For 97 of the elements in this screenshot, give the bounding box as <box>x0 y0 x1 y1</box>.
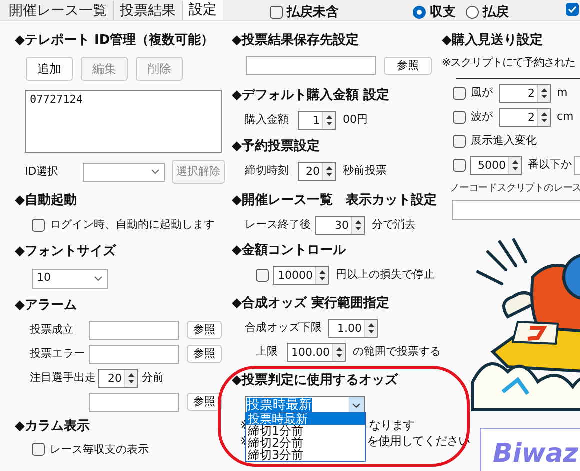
checkbox[interactable] <box>453 110 466 124</box>
checkbox-label: 展示進入変化 <box>471 132 537 149</box>
field-label: 波が <box>471 108 494 125</box>
section-heading: ◆投票判定に使用するオッズ <box>232 372 398 390</box>
text-field[interactable] <box>89 344 179 364</box>
field-label: レース終了後 <box>245 217 312 234</box>
spin-arrows-icon <box>324 165 334 178</box>
dropdown-list[interactable]: 投票時最新 締切1分前 締切2分前 締切3分前 <box>245 412 366 462</box>
section-heading: ◆デフォルト購入金額 設定 <box>232 87 390 105</box>
checkbox[interactable] <box>453 158 466 172</box>
checkbox[interactable] <box>32 218 45 232</box>
field-label: 投票成立 <box>30 322 75 338</box>
unit-label: m <box>557 84 568 101</box>
checkbox-label: 払戻未含 <box>287 4 339 22</box>
field-label: 上限 <box>256 344 279 360</box>
section-heading: ◆カラム表示 <box>15 418 90 436</box>
note-text: ※スクリプトにて予約された <box>442 55 576 71</box>
dropdown-option[interactable]: 投票時最新 <box>246 413 365 425</box>
chevron-down-icon <box>94 276 103 282</box>
spin-arrows-icon <box>540 86 548 100</box>
chevron-down-icon <box>151 169 160 175</box>
section-heading: ◆フォントサイズ <box>15 242 116 260</box>
checkbox[interactable] <box>270 6 283 20</box>
radio-label: 収支 <box>430 4 456 22</box>
section-heading: ◆合成オッズ 実行範囲指定 <box>232 295 390 313</box>
section-heading: ◆自動起動 <box>15 192 77 210</box>
number-spinner[interactable]: 1.00 <box>328 319 378 338</box>
field-label: ノーコードスクリプトのレース <box>450 182 580 196</box>
tab[interactable]: 開催レース一覧 <box>3 1 114 20</box>
field-label: 風が <box>471 84 494 101</box>
text-field[interactable] <box>89 392 179 412</box>
unit-label: の範囲で投票する <box>353 344 441 360</box>
dropdown-option[interactable]: 締切2分前 <box>246 437 365 449</box>
section-heading: ◆予約投票設定 <box>232 138 320 156</box>
checkbox[interactable] <box>256 269 269 282</box>
field-label: 締切時刻 <box>245 163 290 180</box>
text-field[interactable] <box>246 56 376 75</box>
section-heading: ◆投票結果保存先設定 <box>232 32 359 50</box>
logo-text: Biwaz <box>493 439 578 469</box>
dropdown[interactable]: 10 <box>32 268 108 288</box>
checkbox[interactable] <box>32 443 45 456</box>
number-spinner[interactable]: 30 <box>315 216 365 235</box>
unit-label: cm <box>557 108 574 125</box>
button[interactable]: 参照 <box>187 345 222 363</box>
unit-label: 秒前投票 <box>343 163 387 180</box>
text-field[interactable] <box>89 320 179 340</box>
field-label: ID選択 <box>25 164 60 180</box>
button[interactable]: 参照 <box>187 393 222 411</box>
number-spinner[interactable]: 2 <box>499 84 551 102</box>
number-spinner[interactable]: 20 <box>98 368 138 388</box>
checkbox[interactable] <box>566 3 579 16</box>
unit-label: 分前 <box>142 370 164 386</box>
number-spinner[interactable]: 2 <box>499 108 551 126</box>
field-label: 注目選手出走 <box>30 370 96 386</box>
tab[interactable]: 設定 <box>183 0 223 20</box>
chevron-down-icon <box>352 402 361 408</box>
section-heading: ◆アラーム <box>15 296 77 314</box>
section-heading: ◆開催レース一覧 表示カット設定 <box>232 192 437 210</box>
checkbox[interactable] <box>453 86 466 100</box>
number-spinner[interactable]: 10000 <box>273 266 329 285</box>
spin-arrows-icon <box>334 346 344 359</box>
unit-label: 円以上の損失で停止 <box>336 267 435 284</box>
radio-button[interactable] <box>413 6 426 20</box>
spin-arrows-icon <box>510 158 520 172</box>
field-label: 合成オッズ下限 <box>245 320 323 336</box>
spin-arrows-icon <box>126 372 136 384</box>
unit-label: 番以下か <box>528 156 572 173</box>
button[interactable]: 追加 <box>26 57 73 81</box>
text-field[interactable] <box>452 200 580 220</box>
note-text: なります <box>369 417 415 433</box>
spin-arrows-icon <box>354 219 362 232</box>
unit-label: 00円 <box>343 112 368 128</box>
number-spinner[interactable]: 1 <box>298 111 336 130</box>
id-list[interactable]: 07727124 <box>25 90 222 153</box>
spin-arrows-icon <box>366 322 376 335</box>
number-spinner[interactable]: 5000 <box>470 156 522 174</box>
section-heading: ◆金額コントロール <box>232 242 346 260</box>
unit-label: 分で消去 <box>372 217 416 234</box>
radio-button[interactable] <box>466 6 479 20</box>
list-item[interactable]: 07727124 <box>30 93 217 107</box>
radio-label: 払戻 <box>483 4 509 22</box>
number-spinner[interactable]: 100.00 <box>287 343 346 362</box>
checkbox-label: ログイン時、自動的に起動します <box>50 217 215 233</box>
field-label: 投票エラー <box>30 346 86 362</box>
checkbox[interactable] <box>453 134 466 148</box>
section-heading: ◆テレポート ID管理（複数可能） <box>15 32 214 50</box>
spin-arrows-icon <box>324 114 334 127</box>
number-spinner[interactable]: 20 <box>298 162 336 181</box>
spin-arrows-icon <box>540 110 548 124</box>
checkbox-label: レース毎収支の表示 <box>50 442 149 458</box>
button[interactable]: 参照 <box>384 56 432 74</box>
spin-arrows-icon <box>318 269 326 282</box>
dropdown-option[interactable]: 締切3分前 <box>246 449 365 461</box>
field-label: 購入金額 <box>245 112 290 128</box>
section-heading: ◆購入見送り設定 <box>442 32 543 50</box>
dropdown-option[interactable]: 締切1分前 <box>246 425 365 437</box>
button[interactable]: 参照 <box>187 321 222 339</box>
